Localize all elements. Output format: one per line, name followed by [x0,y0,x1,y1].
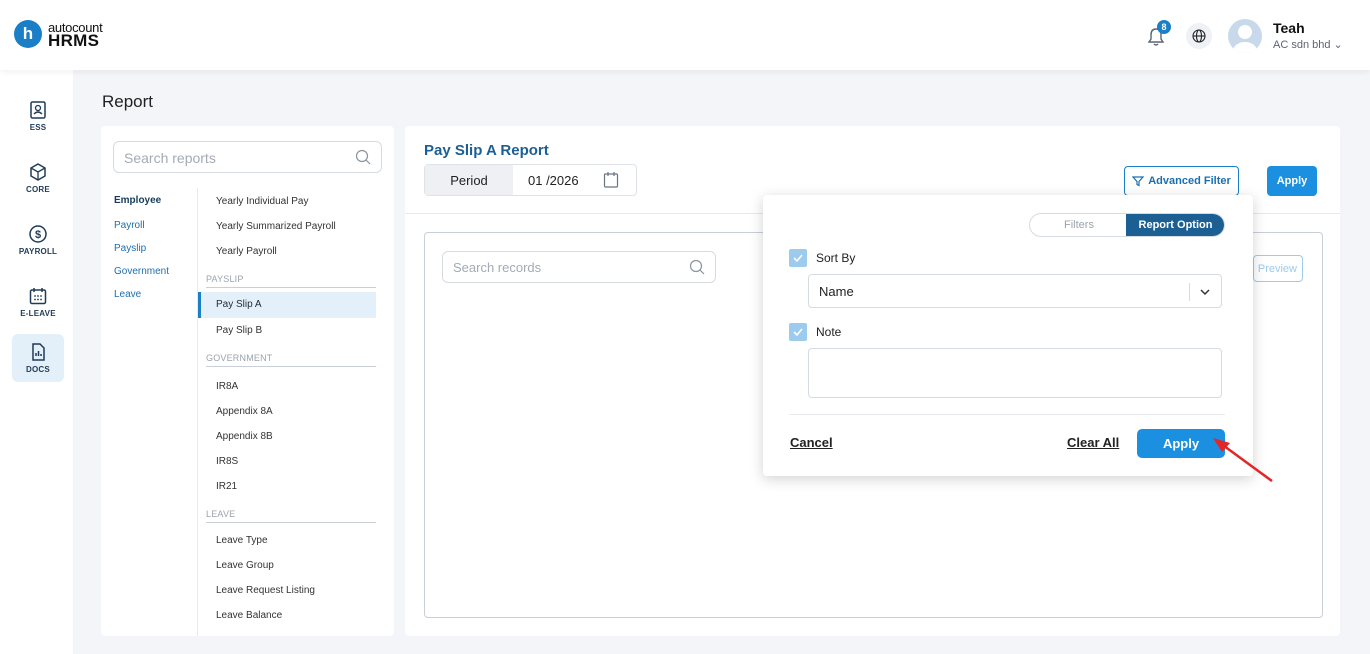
nav-item-e-leave[interactable]: E-LEAVE [12,278,64,326]
sort-by-checkbox[interactable] [789,249,807,267]
nav-item-core[interactable]: CORE [12,154,64,202]
category-leave[interactable]: Leave [114,289,141,300]
report-item-label: Pay Slip A [216,299,262,310]
category-payroll[interactable]: Payroll [114,220,145,231]
checkmark-icon [793,328,803,337]
report-item[interactable]: Leave Group [216,560,274,571]
section-heading-leave: LEAVE [206,509,376,523]
note-checkbox[interactable] [789,323,807,341]
period-field[interactable]: Period 01 /2026 [424,164,637,196]
report-item[interactable]: Yearly Payroll [216,246,277,257]
nav-item-payroll[interactable]: $ PAYROLL [12,216,64,264]
report-item-active[interactable]: Pay Slip A [198,292,376,318]
nav-label: PAYROLL [18,247,58,256]
user-org[interactable]: AC sdn bhd ⌄ [1273,38,1343,51]
sort-by-label: Sort By [816,251,856,265]
preview-button[interactable]: Preview [1253,255,1303,282]
docs-icon [32,343,45,361]
calendar-icon[interactable] [603,171,619,189]
divider [197,188,198,636]
sort-by-select[interactable]: Name [808,274,1222,308]
nav-label: ESS [29,123,47,132]
core-icon [30,163,46,181]
logo-badge: h [14,20,42,48]
search-icon[interactable] [355,149,371,165]
report-item[interactable]: Appendix 8B [216,431,273,442]
top-bar: h autocount HRMS 8 Teah AC sdn bhd ⌄ [0,0,1370,70]
user-org-label: AC sdn bhd [1273,39,1331,51]
report-item[interactable]: Pay Slip B [216,325,262,336]
calendar-icon [29,288,47,305]
note-label: Note [816,325,842,339]
advanced-filter-label: Advanced Filter [1148,175,1231,187]
notification-badge: 8 [1157,20,1171,34]
cancel-button[interactable]: Cancel [790,435,833,450]
report-title: Pay Slip A Report [424,142,549,159]
report-item[interactable]: Yearly Summarized Payroll [216,221,336,232]
chevron-down-icon [1200,289,1210,296]
user-avatar-icon [1233,25,1257,53]
svg-text:$: $ [35,229,41,241]
report-item[interactable]: Leave Request Listing [216,585,315,596]
search-reports-input[interactable]: Search reports [113,141,382,173]
period-value[interactable]: 01 /2026 [528,173,579,188]
search-reports-placeholder: Search reports [124,150,216,166]
chevron-down-icon: ⌄ [1333,39,1343,51]
annotation-arrow-icon [1213,438,1273,483]
category-employee[interactable]: Employee [114,195,161,206]
report-item[interactable]: IR8S [216,456,238,467]
nav-item-docs[interactable]: DOCS [12,334,64,382]
divider [789,414,1225,415]
filter-icon [1132,176,1145,187]
report-item[interactable]: IR8A [216,381,238,392]
page-title: Report [102,92,154,111]
sort-by-value: Name [819,284,854,299]
globe-icon [1192,29,1206,43]
note-textarea[interactable] [808,348,1222,398]
section-heading-payslip: PAYSLIP [206,274,376,288]
period-label: Period [425,165,513,195]
ess-icon [30,101,46,119]
category-government[interactable]: Government [114,266,169,277]
tab-filters[interactable]: Filters [1030,214,1128,236]
user-name[interactable]: Teah [1273,20,1305,36]
report-item[interactable]: Yearly Individual Pay [216,196,308,207]
language-button[interactable] [1186,23,1212,49]
popup-tabs: Filters Report Option [1029,213,1225,237]
logo-text-bottom: HRMS [48,31,100,50]
search-icon[interactable] [689,259,705,275]
payroll-icon: $ [29,225,47,243]
advanced-filter-popup: Filters Report Option Sort By Name Note … [763,195,1253,476]
tab-report-option[interactable]: Report Option [1126,214,1224,236]
nav-item-ess[interactable]: ESS [12,92,64,140]
nav-label: DOCS [26,365,50,374]
category-payslip[interactable]: Payslip [114,243,146,254]
search-records-placeholder: Search records [453,260,542,275]
side-nav: ESS CORE $ PAYROLL E-LEAVE DOCS [0,70,73,654]
apply-button[interactable]: Apply [1267,166,1317,196]
report-item[interactable]: Leave Balance [216,610,282,621]
report-item[interactable]: Leave Type [216,535,268,546]
report-item[interactable]: Appendix 8A [216,406,273,417]
avatar[interactable] [1228,19,1262,53]
checkmark-icon [793,254,803,263]
section-heading-government: GOVERNMENT [206,353,376,367]
advanced-filter-button[interactable]: Advanced Filter [1124,166,1239,196]
nav-label: E-LEAVE [20,309,56,318]
report-item[interactable]: IR21 [216,481,237,492]
clear-all-button[interactable]: Clear All [1067,435,1119,450]
report-list-panel: Search reports Employee Payroll Payslip … [101,126,394,636]
app-logo[interactable]: h autocount HRMS [14,20,103,50]
search-records-input[interactable]: Search records [442,251,716,283]
nav-label: CORE [26,185,50,194]
